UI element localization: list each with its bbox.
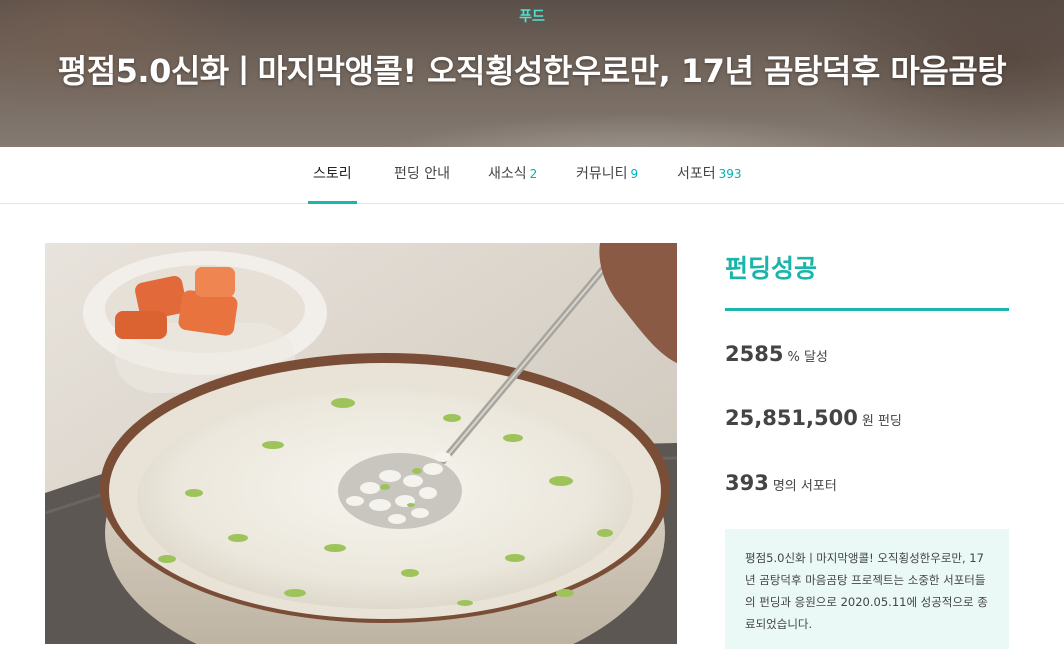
funding-end-notice: 평점5.0신화ㅣ마지막앵콜! 오직횡성한우로만, 17년 곰탕덕후 마음곰탕 프…	[725, 529, 1009, 649]
funding-supporters-unit: 명의 서포터	[772, 479, 837, 494]
project-main-image	[45, 243, 677, 644]
project-hero-banner: 푸드 평점5.0신화ㅣ마지막앵콜! 오직횡성한우로만, 17년 곰탕덕후 마음곰…	[0, 0, 1064, 147]
funding-amount-value: 25,851,500	[725, 406, 858, 430]
tab-supporters[interactable]: 서포터 393	[677, 147, 742, 204]
tab-story[interactable]: 스토리	[308, 147, 357, 204]
funding-percent-stat: 2585% 달성	[725, 342, 828, 366]
funding-supporters-value: 393	[725, 471, 769, 495]
tab-funding-info-label: 펀딩 안내	[394, 166, 450, 182]
tab-supporters-label: 서포터	[677, 166, 716, 182]
tab-news-label: 새소식	[488, 166, 527, 182]
funding-amount-unit: 원 펀딩	[861, 414, 902, 429]
gomtang-soup-illustration	[45, 243, 677, 644]
tab-news-count: 2	[529, 167, 538, 181]
funding-end-notice-text: 평점5.0신화ㅣ마지막앵콜! 오직횡성한우로만, 17년 곰탕덕후 마음곰탕 프…	[745, 551, 988, 631]
tab-community-count: 9	[630, 167, 639, 181]
tab-community-label: 커뮤니티	[576, 166, 628, 182]
tab-funding-info[interactable]: 펀딩 안내	[394, 147, 450, 204]
funding-status-divider	[725, 308, 1009, 311]
project-title: 평점5.0신화ㅣ마지막앵콜! 오직횡성한우로만, 17년 곰탕덕후 마음곰탕	[57, 52, 1007, 90]
tab-news[interactable]: 새소식 2	[488, 147, 537, 204]
tab-community[interactable]: 커뮤니티 9	[576, 147, 638, 204]
project-category[interactable]: 푸드	[0, 6, 1064, 26]
funding-amount-stat: 25,851,500 원 펀딩	[725, 406, 902, 430]
funding-percent-value: 2585	[725, 342, 784, 366]
tab-supporters-count: 393	[718, 167, 742, 181]
funding-supporters-stat: 393 명의 서포터	[725, 471, 837, 495]
project-tab-bar: 스토리 펀딩 안내 새소식 2 커뮤니티 9 서포터 393	[0, 147, 1064, 204]
tab-story-label: 스토리	[313, 166, 352, 182]
funding-percent-unit: % 달성	[787, 350, 828, 365]
funding-status-title: 펀딩성공	[725, 254, 818, 283]
